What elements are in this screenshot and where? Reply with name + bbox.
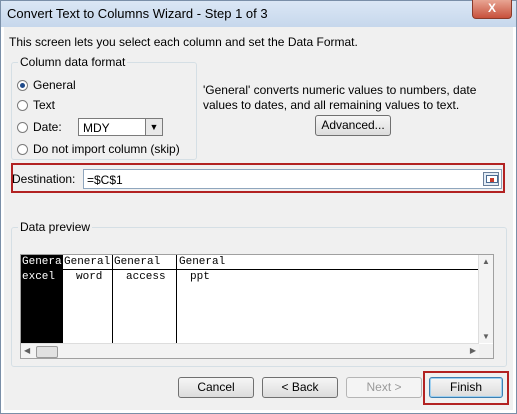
destination-value: =$C$1 — [87, 173, 123, 187]
chevron-down-icon[interactable]: ▼ — [145, 119, 162, 135]
date-format-select[interactable]: MDY ▼ — [78, 118, 163, 136]
scroll-thumb[interactable] — [36, 346, 58, 358]
radio-button[interactable] — [17, 121, 28, 133]
wizard-window: Convert Text to Columns Wizard - Step 1 … — [0, 0, 517, 414]
close-button[interactable]: X — [472, 0, 512, 19]
radio-label: General — [33, 78, 76, 92]
dialog-body: This screen lets you select each column … — [4, 27, 513, 410]
radio-label: Date: — [33, 120, 62, 134]
destination-label: Destination: — [12, 172, 76, 186]
group-label: Column data format — [18, 55, 128, 69]
back-button[interactable]: < Back — [262, 377, 338, 398]
radio-button[interactable] — [17, 99, 28, 111]
vertical-scrollbar[interactable]: ▲ ▼ — [478, 255, 493, 343]
radio-label: Do not import column (skip) — [33, 142, 180, 156]
cell-value: excel — [22, 271, 56, 283]
advanced-button[interactable]: Advanced... — [315, 115, 391, 136]
scroll-right-icon[interactable]: ▶ — [470, 346, 476, 355]
group-label: Data preview — [18, 220, 93, 234]
scroll-down-icon[interactable]: ▼ — [482, 332, 490, 341]
preview-header-line — [21, 255, 481, 270]
radio-skip[interactable]: Do not import column (skip) — [17, 142, 180, 156]
scroll-corner — [479, 344, 493, 358]
window-title: Convert Text to Columns Wizard - Step 1 … — [7, 6, 268, 21]
finish-button[interactable]: Finish — [429, 377, 503, 398]
collapse-dialog-icon[interactable] — [483, 172, 499, 186]
cell-value: access — [126, 271, 166, 283]
destination-input[interactable]: =$C$1 — [83, 169, 502, 189]
radio-label: Text — [33, 98, 56, 112]
radio-date[interactable]: Date: — [17, 120, 62, 134]
radio-button[interactable] — [17, 143, 28, 155]
radio-general[interactable]: General — [17, 78, 76, 92]
data-preview-grid[interactable]: General excel General word General acces… — [20, 254, 494, 359]
next-button[interactable]: Next > — [346, 377, 422, 398]
format-description: 'General' converts numeric values to num… — [203, 83, 477, 112]
radio-text[interactable]: Text — [17, 98, 55, 112]
scroll-left-icon[interactable]: ◀ — [24, 346, 30, 355]
scroll-up-icon[interactable]: ▲ — [482, 257, 490, 266]
cell-value: word — [76, 271, 103, 283]
radio-button[interactable] — [17, 79, 28, 91]
horizontal-scrollbar[interactable]: ◀ ▶ — [21, 343, 479, 358]
cell-value: ppt — [190, 271, 210, 283]
column-format-group: Column data format General Text Date: MD… — [11, 55, 197, 160]
date-format-value: MDY — [83, 121, 110, 135]
title-bar: Convert Text to Columns Wizard - Step 1 … — [1, 0, 516, 27]
intro-text: This screen lets you select each column … — [9, 35, 358, 49]
cancel-button[interactable]: Cancel — [178, 377, 254, 398]
